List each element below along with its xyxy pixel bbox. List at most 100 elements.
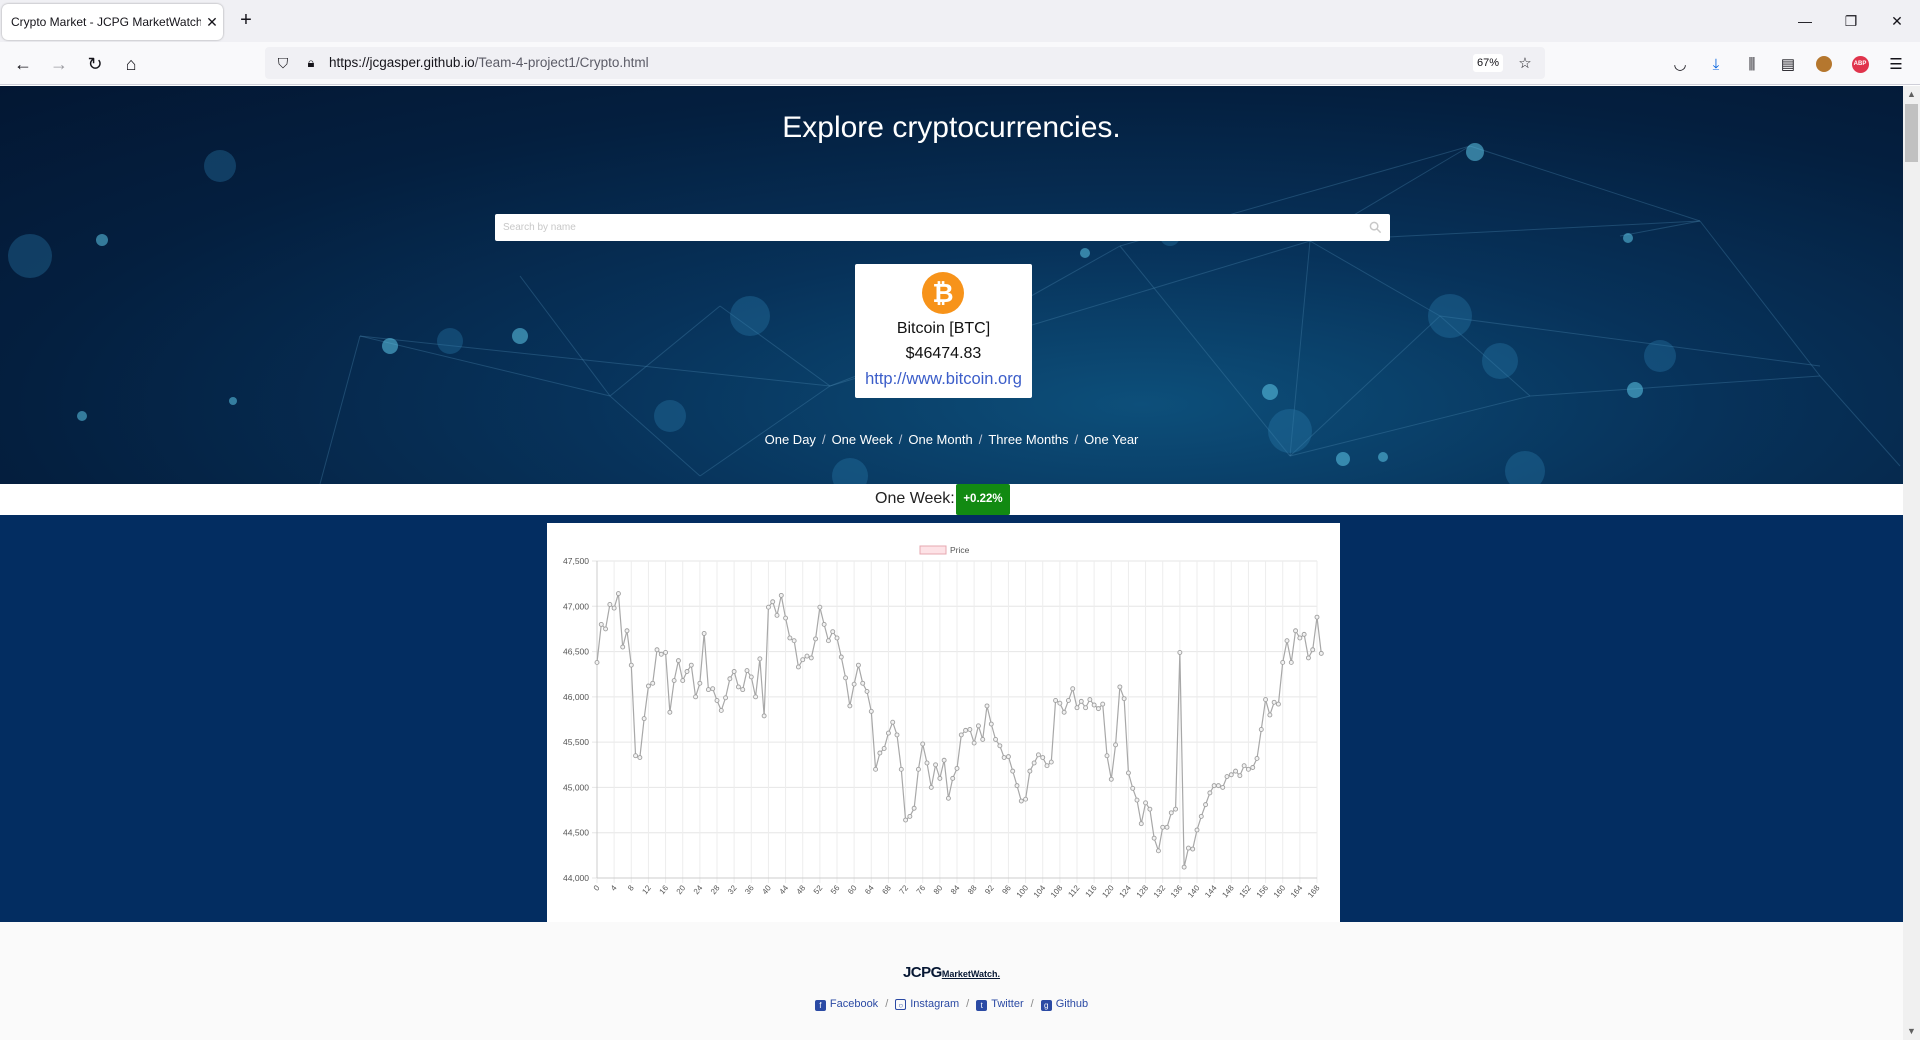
back-icon[interactable]: ← xyxy=(9,50,37,78)
price-point xyxy=(945,795,951,801)
browser-tab[interactable]: Crypto Market - JCPG MarketWatch ✕ xyxy=(2,4,223,40)
close-tab-icon[interactable]: ✕ xyxy=(201,14,223,31)
price-chart: 44,000 44,500 45,000 45,500 46,000 46,500 47,0… xyxy=(547,523,1340,922)
footer: JCPGMarketWatch. f Facebook / ○ Instagram / t T… xyxy=(0,922,1903,1040)
period-one-week[interactable]: One Week xyxy=(832,432,893,447)
price-point xyxy=(1100,701,1106,707)
restore-icon[interactable]: ❐ xyxy=(1828,0,1874,42)
scroll-thumb[interactable] xyxy=(1905,104,1918,162)
price-point xyxy=(607,602,613,607)
instagram-link[interactable]: ○ Instagram xyxy=(895,998,959,1010)
price-point xyxy=(1194,827,1200,833)
price-point xyxy=(1113,742,1119,748)
price-point xyxy=(1220,784,1226,790)
price-point xyxy=(1198,813,1204,819)
price-point xyxy=(1048,759,1054,765)
bitcoin-logo-icon: ₿ xyxy=(922,272,964,314)
price-point xyxy=(1237,773,1243,779)
scroll-down-icon[interactable]: ▼ xyxy=(1903,1023,1920,1040)
search-box[interactable] xyxy=(495,214,1390,241)
price-point xyxy=(1168,810,1174,816)
library-icon[interactable]: ⫼ xyxy=(1738,50,1766,78)
price-point xyxy=(744,668,750,674)
home-icon[interactable]: ⌂ xyxy=(117,50,145,78)
price-point xyxy=(645,683,651,689)
price-point xyxy=(1057,700,1063,706)
x-tick-label: 144 xyxy=(1203,883,1219,899)
downloads-icon[interactable]: ⤓ xyxy=(1702,50,1730,78)
price-point xyxy=(1151,835,1157,841)
price-point xyxy=(753,694,759,700)
zoom-level[interactable]: 67% xyxy=(1473,54,1503,72)
twitter-link[interactable]: t Twitter xyxy=(976,998,1024,1011)
price-point xyxy=(718,707,724,713)
price-point xyxy=(770,599,776,605)
price-point xyxy=(1284,638,1290,644)
x-tick-label: 128 xyxy=(1135,883,1151,899)
pocket-icon[interactable]: ◡ xyxy=(1666,50,1694,78)
x-tick-label: 80 xyxy=(932,883,945,896)
address-bar[interactable]: ⛉ 🔒︎ https://jcgasper.github.io/Team-4-p… xyxy=(265,47,1545,79)
period-one-year[interactable]: One Year xyxy=(1084,432,1138,447)
period-three-months[interactable]: Three Months xyxy=(988,432,1068,447)
price-point xyxy=(723,695,729,701)
scroll-up-icon[interactable]: ▲ xyxy=(1903,86,1920,103)
tab-strip: Crypto Market - JCPG MarketWatch ✕ + — ❐… xyxy=(0,0,1920,42)
period-one-month[interactable]: One Month xyxy=(908,432,972,447)
price-point xyxy=(808,655,814,661)
period-one-day[interactable]: One Day xyxy=(765,432,816,447)
price-point xyxy=(637,755,643,760)
search-input[interactable] xyxy=(495,214,1355,241)
price-change-row: One Week: +0.22% xyxy=(0,484,1903,515)
minimize-icon[interactable]: — xyxy=(1782,0,1828,42)
price-point xyxy=(658,651,664,657)
page-scrollbar[interactable]: ▲ ▼ xyxy=(1903,86,1920,1040)
sidebar-icon[interactable]: ▤ xyxy=(1774,50,1802,78)
facebook-label: Facebook xyxy=(829,998,879,1010)
y-tick-label: 47,000 xyxy=(563,601,589,611)
x-tick-label: 164 xyxy=(1289,883,1305,899)
github-link[interactable]: g Github xyxy=(1040,998,1088,1011)
instagram-icon: ○ xyxy=(895,999,907,1010)
x-tick-label: 44 xyxy=(777,883,790,896)
price-point xyxy=(1241,763,1247,769)
x-tick-label: 4 xyxy=(609,883,619,893)
price-point xyxy=(1130,785,1136,791)
x-tick-label: 52 xyxy=(812,883,825,896)
shield-icon[interactable]: ⛉ xyxy=(269,49,297,77)
price-point xyxy=(1035,752,1041,758)
url-text[interactable]: https://jcgasper.github.io/Team-4-projec… xyxy=(329,55,649,70)
tab-title: Crypto Market - JCPG MarketWatch xyxy=(11,15,201,29)
close-window-icon[interactable]: ✕ xyxy=(1874,0,1920,42)
x-tick-label: 68 xyxy=(880,883,893,896)
instagram-label: Instagram xyxy=(910,998,960,1010)
coin-website-link[interactable]: http://www.bitcoin.org xyxy=(855,370,1032,389)
period-separator: / xyxy=(898,432,903,447)
price-point xyxy=(1271,699,1277,705)
price-point xyxy=(667,709,673,715)
price-point xyxy=(920,741,926,747)
x-tick-label: 116 xyxy=(1084,883,1099,899)
extension-monkey-icon[interactable] xyxy=(1810,50,1838,78)
price-point xyxy=(594,659,600,665)
search-icon[interactable] xyxy=(1369,221,1382,234)
new-tab-icon[interactable]: + xyxy=(234,9,258,33)
reload-icon[interactable]: ↻ xyxy=(81,50,109,78)
price-point xyxy=(1044,763,1050,769)
price-point xyxy=(1087,697,1093,703)
price-point xyxy=(1293,628,1299,634)
price-point xyxy=(641,716,647,722)
lock-icon[interactable]: 🔒︎ xyxy=(297,49,325,77)
bookmark-star-icon[interactable]: ☆ xyxy=(1511,49,1539,77)
price-point xyxy=(885,730,891,736)
menu-icon[interactable]: ☰ xyxy=(1882,50,1910,78)
price-point xyxy=(804,653,810,659)
x-tick-label: 56 xyxy=(829,883,842,896)
adblock-icon[interactable]: ABP xyxy=(1846,50,1874,78)
price-point xyxy=(997,743,1003,749)
price-point xyxy=(830,629,836,635)
x-tick-label: 160 xyxy=(1272,883,1288,899)
facebook-link[interactable]: f Facebook xyxy=(814,998,879,1011)
price-point xyxy=(864,688,870,694)
forward-icon[interactable]: → xyxy=(45,50,73,78)
